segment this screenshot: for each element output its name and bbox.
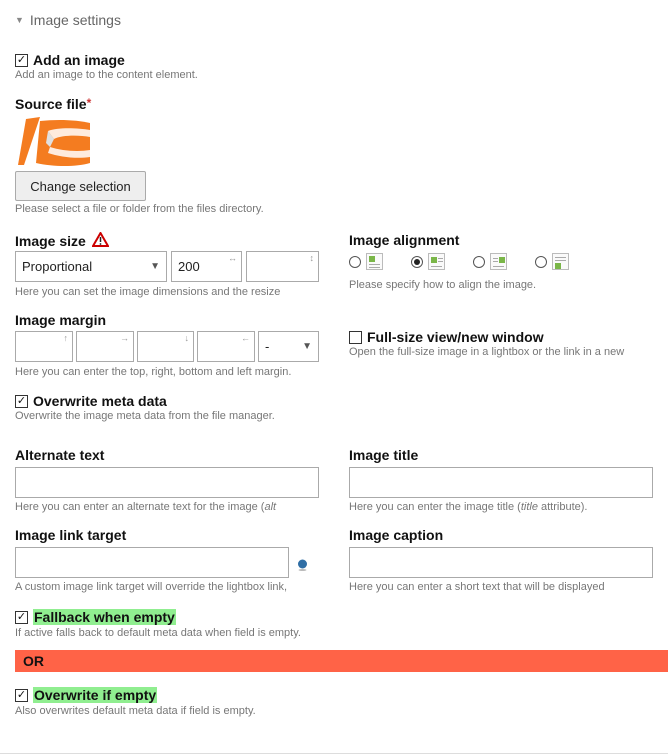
fullsize-label[interactable]: Full-size view/new window bbox=[367, 329, 544, 345]
align-left-icon bbox=[428, 253, 445, 270]
overwrite-meta-row: ✓ Overwrite meta data bbox=[15, 393, 167, 409]
link-target-help: A custom image link target will override… bbox=[15, 581, 288, 593]
image-size-mode-select[interactable]: Proportional ▼ bbox=[15, 251, 167, 282]
add-image-checkbox[interactable]: ✓ bbox=[15, 53, 28, 67]
align-right-icon bbox=[490, 253, 507, 270]
margin-unit-select[interactable]: - ▼ bbox=[258, 331, 319, 362]
align-top-radio[interactable] bbox=[349, 255, 361, 268]
alt-text-input[interactable] bbox=[15, 467, 319, 498]
fullsize-row: Full-size view/new window bbox=[349, 329, 544, 345]
image-alignment-label: Image alignment bbox=[349, 232, 460, 248]
image-width-value: 200 bbox=[178, 259, 200, 274]
image-margin-help: Here you can enter the top, right, botto… bbox=[15, 366, 292, 378]
add-image-label[interactable]: Add an image bbox=[33, 52, 125, 68]
caption-help: Here you can enter a short text that wil… bbox=[349, 581, 605, 593]
margin-right-input[interactable]: → bbox=[76, 331, 134, 362]
overwrite-meta-help: Overwrite the image meta data from the f… bbox=[15, 410, 275, 422]
source-file-label-text: Source file bbox=[15, 96, 87, 112]
image-alignment-options bbox=[349, 253, 569, 270]
arrow-left-icon: ← bbox=[241, 333, 250, 343]
caption-input[interactable] bbox=[349, 547, 653, 578]
source-file-help: Please select a file or folder from the … bbox=[15, 203, 264, 215]
change-selection-button[interactable]: Change selection bbox=[15, 171, 146, 201]
alt-help-em: alt bbox=[264, 501, 277, 513]
image-width-input[interactable]: 200 ↔ bbox=[171, 251, 242, 282]
chevron-down-icon: ▼ bbox=[302, 341, 312, 352]
legend-title: Image settings bbox=[29, 12, 121, 28]
alt-help-prefix: Here you can enter an alternate text for… bbox=[15, 501, 265, 513]
image-size-label: Image size bbox=[15, 233, 86, 249]
image-size-mode-value: Proportional bbox=[22, 259, 93, 274]
image-height-input[interactable]: ↕ bbox=[246, 251, 319, 282]
overwrite-empty-checkbox[interactable]: ✓ bbox=[15, 688, 28, 702]
fallback-checkbox[interactable]: ✓ bbox=[15, 610, 28, 624]
warning-icon bbox=[91, 230, 110, 250]
overwrite-meta-label[interactable]: Overwrite meta data bbox=[33, 393, 167, 409]
overwrite-empty-label[interactable]: Overwrite if empty bbox=[33, 687, 158, 703]
radio-selected-dot bbox=[414, 258, 420, 265]
margin-unit-value: - bbox=[265, 339, 270, 354]
alt-text-help: Here you can enter an alternate text for… bbox=[15, 501, 319, 513]
image-settings-legend[interactable]: ▼ Image settings bbox=[15, 12, 121, 28]
arrow-down-icon: ↓ bbox=[184, 333, 190, 343]
collapse-triangle-icon: ▼ bbox=[15, 15, 24, 25]
width-arrows-icon: ↔ bbox=[228, 253, 237, 263]
margin-left-input[interactable]: ← bbox=[197, 331, 255, 362]
fullsize-help: Open the full-size image in a lightbox o… bbox=[349, 346, 625, 358]
align-top-icon bbox=[366, 253, 383, 270]
alt-text-label: Alternate text bbox=[15, 447, 105, 463]
title-help-prefix: Here you can enter the image title ( bbox=[349, 501, 521, 513]
overwrite-empty-row: ✓ Overwrite if empty bbox=[15, 687, 158, 703]
source-file-label: Source file* bbox=[15, 96, 91, 112]
globe-icon[interactable] bbox=[297, 558, 308, 576]
add-image-row: ✓ Add an image bbox=[15, 52, 125, 68]
title-help-suffix: attribute). bbox=[537, 501, 588, 513]
image-title-help: Here you can enter the image title (titl… bbox=[349, 501, 668, 513]
contao-logo-thumbnail bbox=[18, 117, 90, 167]
or-separator-bar: OR bbox=[15, 650, 668, 672]
fallback-label[interactable]: Fallback when empty bbox=[33, 609, 176, 625]
image-title-input[interactable] bbox=[349, 467, 653, 498]
image-margin-label: Image margin bbox=[15, 312, 107, 328]
fallback-row: ✓ Fallback when empty bbox=[15, 609, 176, 625]
link-target-label: Image link target bbox=[15, 527, 127, 543]
overwrite-meta-checkbox[interactable]: ✓ bbox=[15, 394, 28, 408]
caption-label: Image caption bbox=[349, 527, 444, 543]
image-title-label: Image title bbox=[349, 447, 419, 463]
title-help-em: title bbox=[520, 501, 538, 513]
required-mark: * bbox=[86, 96, 92, 110]
align-left-radio[interactable] bbox=[411, 255, 423, 268]
arrow-right-icon: → bbox=[120, 333, 129, 343]
align-bottom-radio[interactable] bbox=[535, 255, 547, 268]
margin-bottom-input[interactable]: ↓ bbox=[137, 331, 194, 362]
fullsize-checkbox[interactable] bbox=[349, 330, 362, 344]
link-target-input[interactable] bbox=[15, 547, 289, 578]
image-alignment-help: Please specify how to align the image. bbox=[349, 279, 537, 291]
bottom-divider bbox=[0, 753, 668, 754]
overwrite-empty-help: Also overwrites default meta data if fie… bbox=[15, 705, 256, 717]
margin-top-input[interactable]: ↑ bbox=[15, 331, 73, 362]
align-bottom-icon bbox=[552, 253, 569, 270]
align-right-radio[interactable] bbox=[473, 255, 485, 268]
arrow-up-icon: ↑ bbox=[63, 333, 69, 343]
chevron-down-icon: ▼ bbox=[150, 261, 160, 272]
image-size-label-row: Image size bbox=[15, 230, 110, 250]
image-size-help: Here you can set the image dimensions an… bbox=[15, 286, 281, 298]
fallback-help: If active falls back to default meta dat… bbox=[15, 627, 301, 639]
height-arrows-icon: ↕ bbox=[309, 253, 315, 263]
add-image-help: Add an image to the content element. bbox=[15, 69, 198, 81]
